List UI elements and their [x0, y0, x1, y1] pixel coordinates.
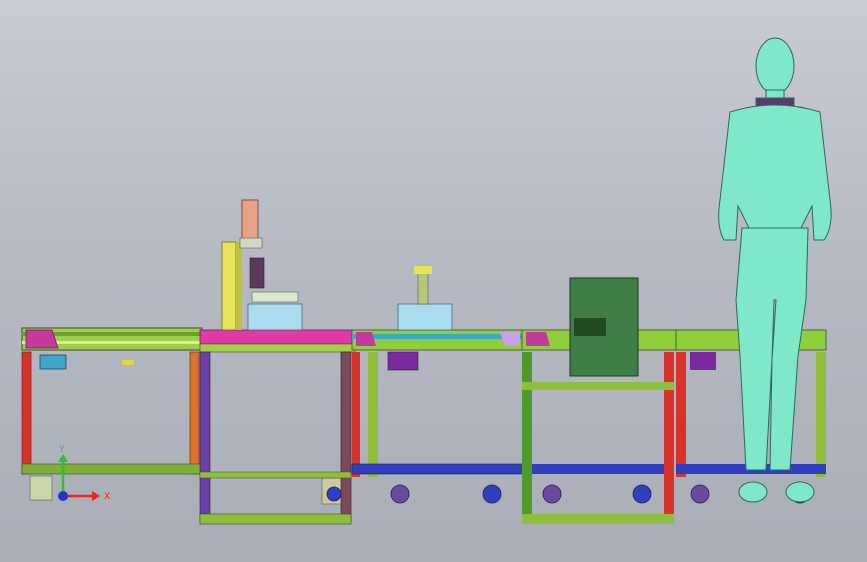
cad-viewport[interactable]: X Y	[0, 0, 867, 562]
station-2-frame[interactable]	[199, 199, 356, 525]
assembly-side-view: X Y	[21, 37, 832, 525]
human-reference-model[interactable]	[718, 37, 832, 503]
station-3-frame[interactable]	[351, 266, 525, 504]
coordinate-triad-icon	[58, 454, 100, 501]
station-4-frame[interactable]	[521, 277, 679, 524]
triad-y-label: Y	[58, 445, 65, 455]
triad-x-label: X	[104, 492, 110, 502]
